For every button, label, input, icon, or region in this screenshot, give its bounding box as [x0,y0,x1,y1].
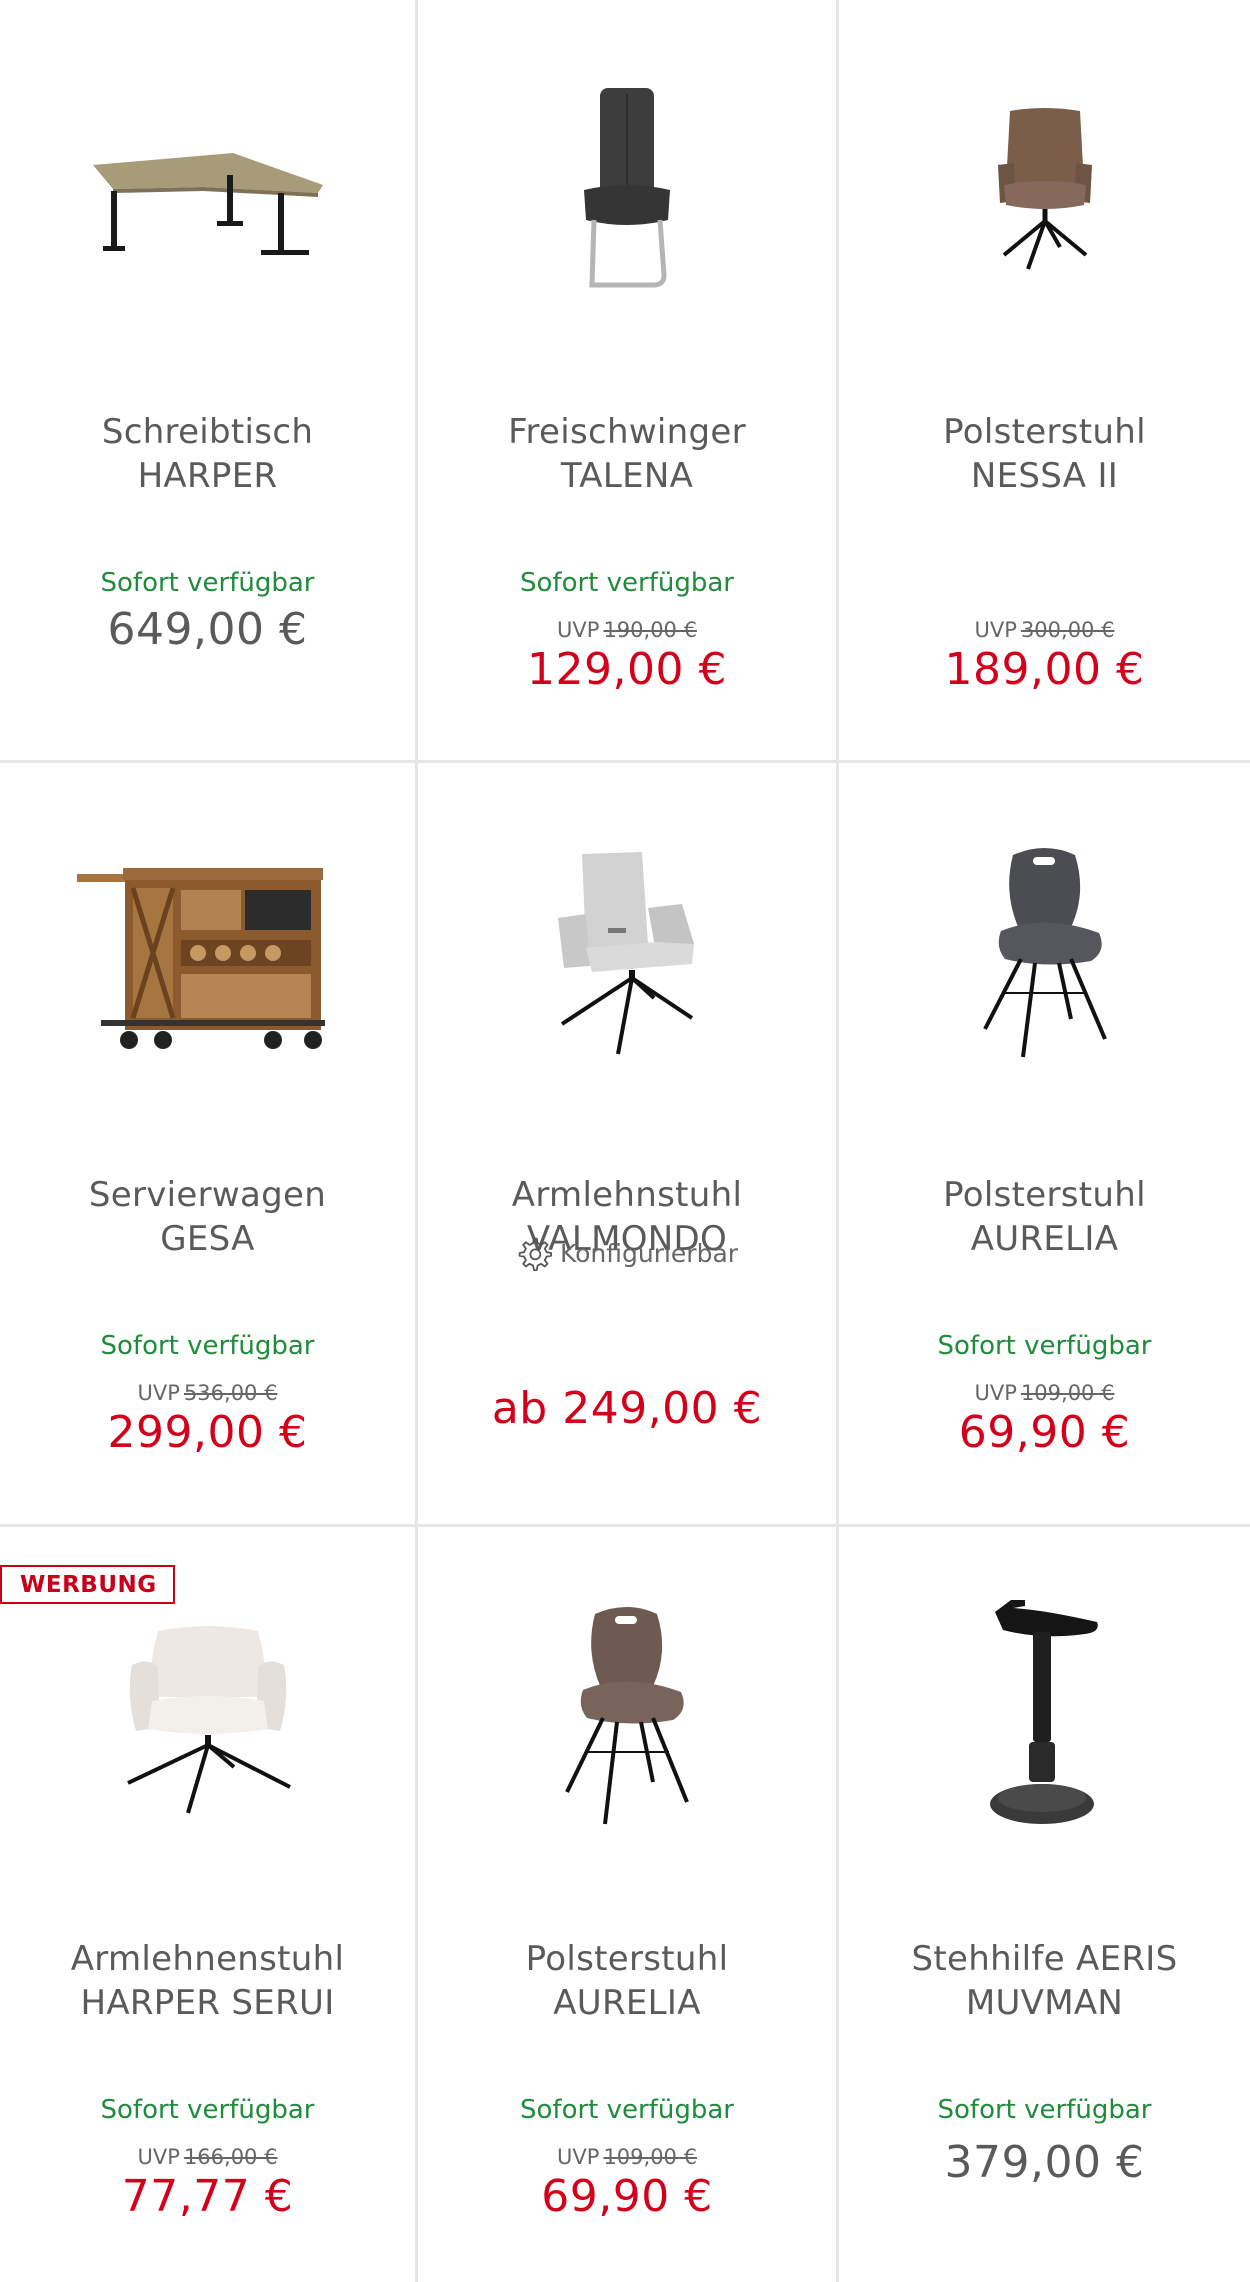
configurable-label: Konfigurierbar [418,1235,836,1271]
product-card[interactable]: Stehhilfe AERIS MUVMAN Sofort verfügbar 3… [839,1527,1250,2282]
product-name[interactable]: Polsterstuhl NESSA II [849,410,1240,498]
uvp-price: UVP 109,00 € [557,2145,697,2169]
serving-cart-image[interactable] [0,793,415,1113]
shell-chair-image[interactable] [839,793,1250,1113]
sale-price: 69,90 € [541,2171,713,2222]
product-name[interactable]: Schreibtisch HARPER [10,410,405,498]
sale-price: 189,00 € [944,644,1145,695]
product-name[interactable]: Armlehnenstuhl HARPER SERUI [10,1937,405,2025]
product-card[interactable]: Polsterstuhl AURELIA Sofort verfügbar UVP… [839,763,1250,1527]
standing-stool-image[interactable] [839,1557,1250,1877]
from-price: ab 249,00 € [491,1383,763,1434]
desk-image[interactable] [0,30,415,350]
product-name[interactable]: Servierwagen GESA [10,1173,405,1261]
shell-chair-image[interactable] [418,1557,836,1877]
sale-price: 129,00 € [527,644,727,695]
availability-label: Sofort verfügbar [520,2095,734,2125]
availability-label: Sofort verfügbar [100,568,315,598]
gear-icon [518,1237,552,1271]
product-card[interactable]: Schreibtisch HARPER Sofort verfügbar 649,… [0,0,418,763]
availability-label: Sofort verfügbar [100,1331,315,1361]
sale-price: 299,00 € [107,1407,308,1458]
availability-label: Sofort verfügbar [937,2095,1152,2125]
product-grid: Schreibtisch HARPER Sofort verfügbar 649,… [0,0,1250,2282]
cantilever-chair-image[interactable] [418,30,836,350]
lounge-chair-image[interactable] [0,1557,415,1877]
product-name[interactable]: Freischwinger TALENA [428,410,826,498]
armchair-image[interactable] [418,793,836,1113]
product-name[interactable]: Stehhilfe AERIS MUVMAN [849,1937,1240,2025]
product-card[interactable]: WERBUNG Armlehnenstuhl HARPER SERUI Sofor… [0,1527,418,2282]
availability-label: Sofort verfügbar [100,2095,315,2125]
price: 649,00 € [107,604,308,655]
product-card[interactable]: Polsterstuhl NESSA II UVP 300,00 € 189,00 … [839,0,1250,763]
availability-label: Sofort verfügbar [937,1331,1152,1361]
availability-label: Sofort verfügbar [520,568,734,598]
uvp-price: UVP 166,00 € [137,2145,278,2169]
product-card[interactable]: Freischwinger TALENA Sofort verfügbar UVP… [418,0,839,763]
uvp-price: UVP 300,00 € [974,618,1115,642]
uvp-price: UVP 190,00 € [557,618,697,642]
product-name[interactable]: Polsterstuhl AURELIA [849,1173,1240,1261]
price: 379,00 € [944,2137,1145,2188]
sale-price: 77,77 € [121,2171,294,2222]
product-name[interactable]: Polsterstuhl AURELIA [428,1937,826,2025]
product-card[interactable]: Servierwagen GESA Sofort verfügbar UVP 536… [0,763,418,1527]
sale-price: 69,90 € [958,1407,1131,1458]
product-card[interactable]: Polsterstuhl AURELIA Sofort verfügbar UVP… [418,1527,839,2282]
uvp-price: UVP 536,00 € [137,1381,278,1405]
product-card[interactable]: Armlehnstuhl VALMONDO Konfigurierbar ab 2… [418,763,839,1527]
uvp-price: UVP 109,00 € [974,1381,1115,1405]
upholstered-chair-image[interactable] [839,30,1250,350]
